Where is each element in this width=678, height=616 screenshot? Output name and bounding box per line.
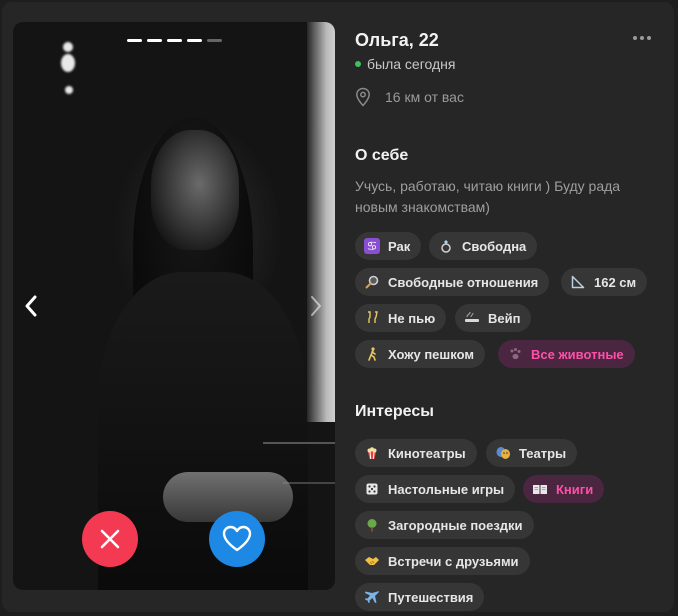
distance-text: 16 км от вас [385,89,464,105]
trait-chip-smoking: Вейп [455,304,532,332]
location-pin-icon [356,87,370,107]
photo-indicator[interactable] [127,39,142,42]
more-options-button[interactable] [632,30,652,46]
next-photo-button[interactable] [304,293,328,319]
interest-chip-meeting-friends: Встречи с друзьями [355,547,530,575]
online-status: была сегодня [355,56,455,72]
vape-icon [464,310,480,326]
trait-chip-zodiac: ♋ Рак [355,232,422,260]
walking-icon [364,346,380,362]
location: 16 км от вас [355,87,464,107]
like-button[interactable] [209,511,265,567]
status-text: была сегодня [367,56,456,72]
paw-icon [507,346,523,362]
champagne-icon [364,310,380,326]
trait-chip-relationship-status: Свободна [429,232,538,260]
online-dot-icon [355,61,361,67]
about-heading: О себе [355,147,409,164]
chevron-right-icon [311,296,321,316]
trait-chip-looking-for: Свободные отношения [355,268,550,296]
popcorn-icon [364,445,380,461]
photo-indicator[interactable] [187,39,202,42]
about-text: Учусь, работаю, читаю книги ) Буду рада … [355,178,621,215]
chevron-left-icon [25,295,37,317]
trait-chip-alcohol: Не пью [355,304,447,332]
zodiac-cancer-icon: ♋ [364,238,380,254]
trait-chip-height: 162 см [561,268,648,296]
profile-name: Ольга, 22 [355,30,439,50]
profile-photo[interactable] [13,22,335,590]
interests-heading: Интересы [355,403,434,420]
airplane-icon [364,589,380,605]
magnifier-icon [364,274,380,290]
tree-icon [364,517,380,533]
interest-chip-books: Книги [523,475,605,503]
close-icon [100,529,120,549]
photo-indicator[interactable] [207,39,222,42]
trait-chip-transport: Хожу пешком [355,340,485,368]
theater-masks-icon [495,445,511,461]
interest-chip-country-trips: Загородные поездки [355,511,534,539]
dice-icon [364,481,380,497]
photo-indicator[interactable] [167,39,182,42]
interest-chip-board-games: Настольные игры [355,475,516,503]
photo-indicators [127,39,222,42]
photo-indicator[interactable] [147,39,162,42]
ring-icon [438,238,454,254]
previous-photo-button[interactable] [19,293,43,319]
handshake-icon [364,553,380,569]
more-dots-icon [633,36,637,40]
dislike-button[interactable] [82,511,138,567]
interest-chip-theaters: Театры [486,439,578,467]
trait-chip-pets: Все животные [498,340,635,368]
interest-chip-cinemas: Кинотеатры [355,439,477,467]
heart-icon [222,525,252,552]
book-icon [532,481,548,497]
ruler-triangle-icon [570,274,586,290]
interest-chip-travel: Путешествия [355,583,485,611]
